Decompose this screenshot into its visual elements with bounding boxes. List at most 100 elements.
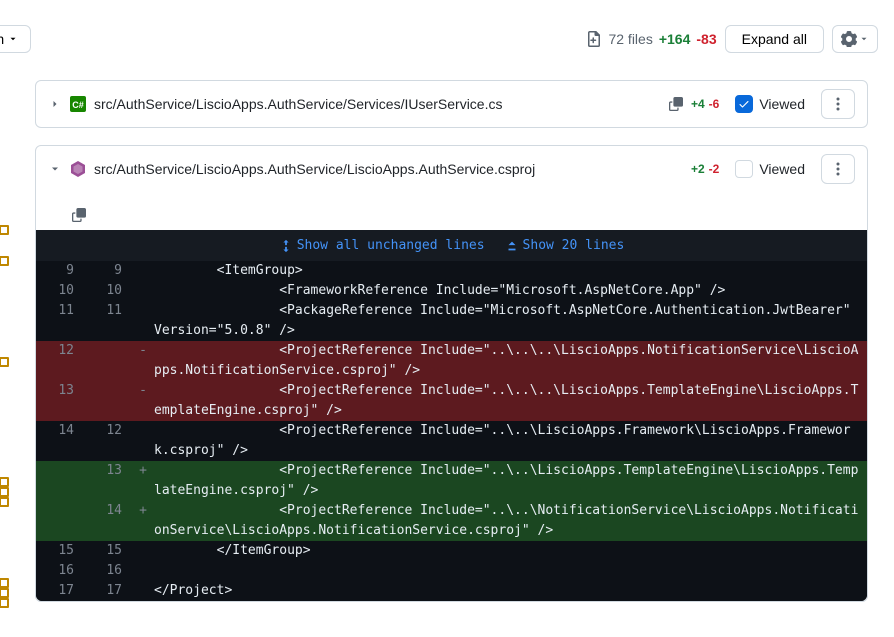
old-line-number: 17 <box>36 581 84 601</box>
version-label: version <box>0 31 4 47</box>
old-line-number: 9 <box>36 261 84 281</box>
diff-marker <box>132 561 154 581</box>
diff-marker <box>132 281 154 301</box>
viewed-label: Viewed <box>759 96 805 112</box>
comment-indicator[interactable] <box>0 588 9 598</box>
diff-line[interactable]: 1717 </Project> <box>36 581 867 601</box>
diff-marker <box>132 421 154 461</box>
file-menu-button[interactable] <box>821 89 855 119</box>
diff-line[interactable]: 1412 <ProjectReference Include="..\..\Li… <box>36 421 867 461</box>
code-content: <ItemGroup> <box>154 261 867 281</box>
old-line-number: 14 <box>36 421 84 461</box>
copy-path-button[interactable] <box>669 97 683 111</box>
show-all-lines-link[interactable]: Show all unchanged lines <box>279 238 485 253</box>
copy-path-button[interactable] <box>72 208 855 222</box>
diff-marker: - <box>132 341 154 381</box>
new-line-number: 13 <box>84 461 132 501</box>
file-diffstat: +4 -6 <box>691 97 719 111</box>
new-line-number: 12 <box>84 421 132 461</box>
comment-indicator[interactable] <box>0 256 9 266</box>
diff-line[interactable]: 1010 <FrameworkReference Include="Micros… <box>36 281 867 301</box>
diff-line[interactable]: 1616 <box>36 561 867 581</box>
diff-line[interactable]: 13- <ProjectReference Include="..\..\..\… <box>36 381 867 421</box>
file-menu-button[interactable] <box>821 154 855 184</box>
diff-marker <box>132 301 154 341</box>
comment-indicator[interactable] <box>0 477 9 487</box>
comment-indicator[interactable] <box>0 487 9 497</box>
diff-line[interactable]: 13+ <ProjectReference Include="..\..\Lis… <box>36 461 867 501</box>
old-line-number: 11 <box>36 301 84 341</box>
collapse-file-chevron[interactable] <box>48 163 62 175</box>
old-line-number <box>36 461 84 501</box>
chevron-down-icon <box>8 34 18 44</box>
unfold-up-icon <box>505 239 519 253</box>
settings-button[interactable] <box>832 25 878 53</box>
expand-file-chevron[interactable] <box>48 98 62 110</box>
diff-marker <box>132 581 154 601</box>
new-line-number: 10 <box>84 281 132 301</box>
diff-line[interactable]: 1515 </ItemGroup> <box>36 541 867 561</box>
code-content: <ProjectReference Include="..\..\LiscioA… <box>154 461 867 501</box>
old-line-number: 12 <box>36 341 84 381</box>
file-deletions: -2 <box>709 162 720 176</box>
viewed-checkbox[interactable] <box>735 95 753 113</box>
code-content: <ProjectReference Include="..\..\Notific… <box>154 501 867 541</box>
new-line-number <box>84 381 132 421</box>
file-additions: +2 <box>691 162 705 176</box>
total-additions: +164 <box>659 31 691 47</box>
diff-marker: - <box>132 381 154 421</box>
file-additions: +4 <box>691 97 705 111</box>
viewed-checkbox[interactable] <box>735 160 753 178</box>
file-path[interactable]: src/AuthService/LiscioApps.AuthService/L… <box>94 161 683 177</box>
diff-marker: + <box>132 501 154 541</box>
new-line-number: 11 <box>84 301 132 341</box>
old-line-number: 10 <box>36 281 84 301</box>
new-line-number: 15 <box>84 541 132 561</box>
version-dropdown[interactable]: version <box>0 25 31 53</box>
expand-all-button[interactable]: Expand all <box>725 25 824 53</box>
comment-indicator[interactable] <box>0 598 9 608</box>
diff-line[interactable]: 1111 <PackageReference Include="Microsof… <box>36 301 867 341</box>
comment-indicator[interactable] <box>0 497 9 507</box>
code-content: <ProjectReference Include="..\..\LiscioA… <box>154 421 867 461</box>
total-deletions: -83 <box>696 31 716 47</box>
diff-summary: 72 files +164 -83 <box>586 31 716 47</box>
diff-marker <box>132 261 154 281</box>
code-content: </Project> <box>154 581 867 601</box>
old-line-number: 16 <box>36 561 84 581</box>
code-content: <FrameworkReference Include="Microsoft.A… <box>154 281 867 301</box>
diff-marker <box>132 541 154 561</box>
new-line-number: 16 <box>84 561 132 581</box>
file-diffstat: +2 -2 <box>691 162 719 176</box>
diff-line[interactable]: 99 <ItemGroup> <box>36 261 867 281</box>
file-header-collapsed: C# src/AuthService/LiscioApps.AuthServic… <box>35 80 868 128</box>
comment-indicator[interactable] <box>0 357 9 367</box>
diff-content: Show all unchanged lines Show 20 lines 9… <box>36 230 867 601</box>
code-content: <ProjectReference Include="..\..\..\Lisc… <box>154 381 867 421</box>
code-content: </ItemGroup> <box>154 541 867 561</box>
code-content <box>154 561 867 581</box>
kebab-icon <box>830 96 846 112</box>
hunk-header: Show all unchanged lines Show 20 lines <box>36 230 867 261</box>
unfold-icon <box>279 239 293 253</box>
chevron-down-icon <box>49 163 61 175</box>
gear-icon <box>841 31 857 47</box>
chevron-down-icon <box>859 34 869 44</box>
viewed-label: Viewed <box>759 161 805 177</box>
kebab-icon <box>830 161 846 177</box>
diff-line[interactable]: 12 - <ProjectReference Include="..\..\..\… <box>36 341 867 381</box>
old-line-number <box>36 501 84 541</box>
old-line-number: 15 <box>36 541 84 561</box>
new-line-number <box>84 341 132 381</box>
new-line-number: 17 <box>84 581 132 601</box>
csharp-file-icon: C# <box>70 96 86 112</box>
file-deletions: -6 <box>709 97 720 111</box>
comment-indicator[interactable] <box>0 578 9 588</box>
show-20-lines-link[interactable]: Show 20 lines <box>505 238 625 253</box>
file-path[interactable]: src/AuthService/LiscioApps.AuthService/S… <box>94 96 657 112</box>
comment-indicator[interactable] <box>0 225 9 235</box>
toolbar: version 72 files +164 -83 Expand all <box>0 25 894 53</box>
code-content: <ProjectReference Include="..\..\..\Lisc… <box>154 341 867 381</box>
new-line-number: 9 <box>84 261 132 281</box>
diff-line[interactable]: 14+ <ProjectReference Include="..\..\Not… <box>36 501 867 541</box>
